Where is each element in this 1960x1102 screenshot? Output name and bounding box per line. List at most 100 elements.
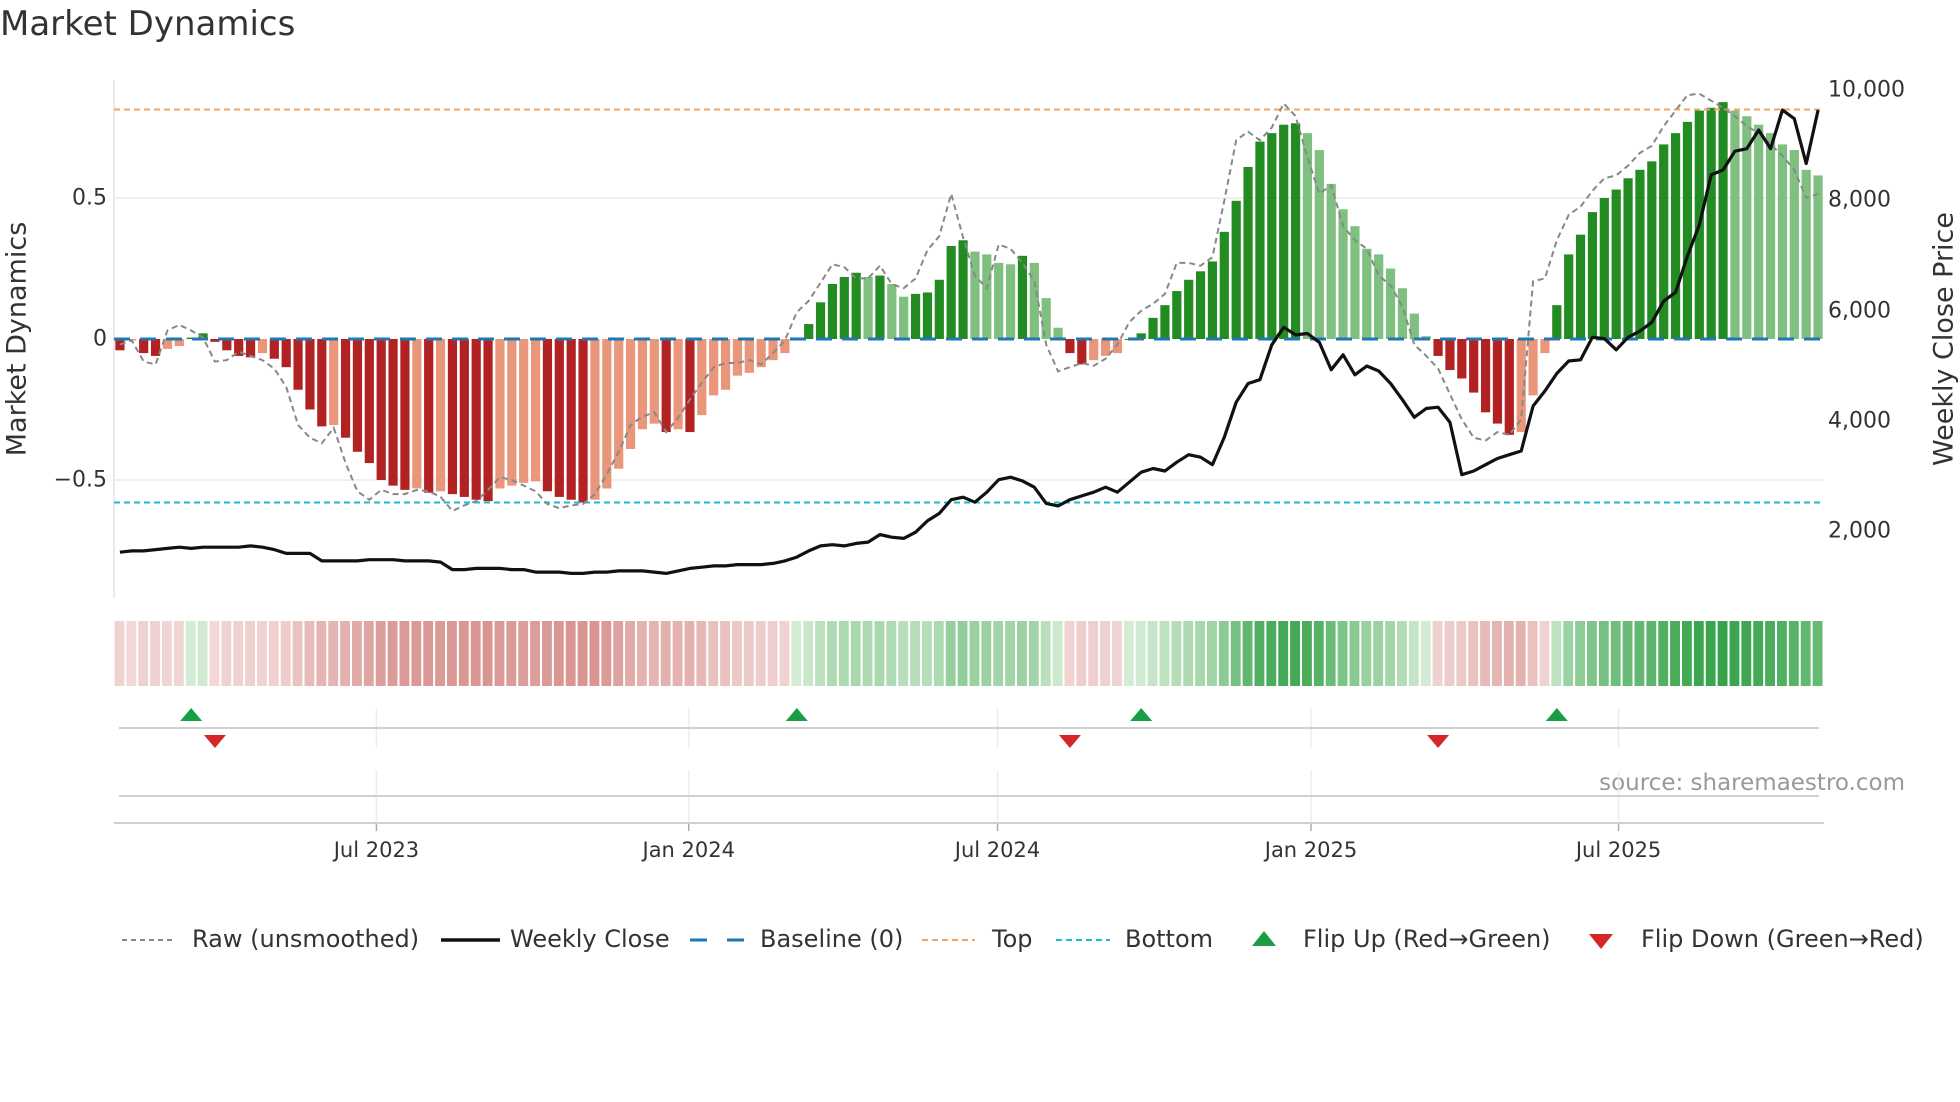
bar bbox=[1053, 327, 1063, 339]
heatmap-cell bbox=[1693, 621, 1704, 686]
legend-label-baseline: Baseline (0) bbox=[760, 925, 904, 953]
heatmap-cell bbox=[898, 621, 909, 686]
heatmap-cell bbox=[1325, 621, 1336, 686]
heatmap-cell bbox=[1337, 621, 1348, 686]
x-tick-label: Jul 2023 bbox=[333, 838, 420, 862]
bar bbox=[542, 339, 553, 492]
bar bbox=[352, 339, 363, 452]
bar bbox=[1290, 123, 1301, 340]
bar bbox=[139, 339, 149, 354]
heatmap-cell bbox=[565, 621, 576, 686]
bar bbox=[388, 339, 398, 486]
heatmap-cell bbox=[1100, 621, 1110, 686]
bar bbox=[827, 284, 838, 339]
heatmap-cell bbox=[316, 621, 327, 686]
bar bbox=[1682, 121, 1693, 339]
bar bbox=[412, 339, 422, 489]
right-tick-label: 10,000 bbox=[1828, 77, 1905, 103]
legend-label-flip-down: Flip Down (Green→Red) bbox=[1641, 925, 1924, 953]
heatmap-cell bbox=[1456, 621, 1467, 686]
bar bbox=[851, 272, 861, 339]
heatmap-cell bbox=[850, 621, 861, 686]
heatmap-cell bbox=[1800, 621, 1811, 686]
bar bbox=[1635, 169, 1645, 339]
heatmap-cell bbox=[1218, 621, 1229, 686]
bar bbox=[946, 245, 956, 339]
legend-label-raw: Raw (unsmoothed) bbox=[192, 925, 420, 953]
heatmap-cell bbox=[815, 621, 825, 686]
legend-flip-up-icon bbox=[1252, 931, 1276, 946]
right-tick-label: 4,000 bbox=[1828, 408, 1891, 434]
bar bbox=[910, 293, 921, 339]
bar bbox=[1350, 226, 1360, 339]
heatmap-cell bbox=[1278, 621, 1289, 686]
bar bbox=[1385, 268, 1396, 339]
bar bbox=[1587, 212, 1598, 339]
bar bbox=[519, 339, 529, 483]
heatmap-cell bbox=[363, 621, 374, 686]
bar bbox=[281, 339, 291, 368]
heatmap-cell bbox=[660, 621, 671, 686]
heatmap-cell bbox=[1385, 621, 1395, 686]
flip-down-marker bbox=[1058, 735, 1081, 748]
heatmap-cell bbox=[1313, 621, 1324, 686]
bar bbox=[1207, 261, 1218, 339]
heatmap-cell bbox=[292, 621, 303, 686]
heatmap-cell bbox=[672, 621, 683, 686]
bar bbox=[1433, 339, 1443, 356]
heatmap-cell bbox=[1076, 621, 1087, 686]
bar bbox=[364, 339, 374, 464]
heatmap-cell bbox=[173, 621, 184, 686]
heatmap-cell bbox=[1420, 621, 1431, 686]
heatmap-cell bbox=[494, 621, 505, 686]
heatmap-cell bbox=[233, 621, 244, 686]
bar bbox=[1480, 339, 1491, 413]
heatmap-cell bbox=[1290, 621, 1300, 686]
heatmap-cell bbox=[1088, 621, 1099, 686]
bar bbox=[958, 240, 968, 339]
heatmap-cell bbox=[399, 621, 410, 686]
bar bbox=[590, 339, 600, 500]
heatmap-cell bbox=[280, 621, 291, 686]
bar bbox=[1754, 124, 1764, 340]
heatmap-cell bbox=[743, 621, 754, 686]
heatmap-cell bbox=[1349, 621, 1360, 686]
heatmap-cell bbox=[1788, 621, 1799, 686]
bar bbox=[1065, 339, 1075, 354]
heatmap-cell bbox=[1147, 621, 1158, 686]
heatmap-cell bbox=[245, 621, 255, 686]
bar bbox=[1338, 209, 1348, 339]
heatmap-cell bbox=[447, 621, 457, 686]
heatmap-cell bbox=[886, 621, 897, 686]
heatmap-cell bbox=[458, 621, 469, 686]
bar bbox=[1765, 133, 1776, 339]
bar bbox=[875, 275, 885, 339]
bar bbox=[1397, 288, 1408, 339]
bar bbox=[1184, 279, 1194, 339]
heatmap-cell bbox=[340, 621, 350, 686]
heatmap-cell bbox=[162, 621, 172, 686]
bar bbox=[815, 302, 826, 339]
raw-line bbox=[119, 92, 1819, 513]
heatmap-cell bbox=[696, 621, 707, 686]
heatmap-cell bbox=[945, 621, 956, 686]
heatmap-cell bbox=[185, 621, 196, 686]
bar bbox=[566, 339, 576, 500]
x-tick-label: Jan 2025 bbox=[1264, 838, 1358, 862]
bar bbox=[1718, 102, 1728, 340]
heatmap-cell bbox=[957, 621, 968, 686]
bar bbox=[1243, 166, 1253, 339]
heatmap-cell bbox=[1812, 621, 1823, 686]
heatmap-cell bbox=[1765, 621, 1775, 686]
heatmap-cell bbox=[1052, 621, 1063, 686]
heatmap-cell bbox=[1503, 621, 1514, 686]
bar bbox=[1041, 298, 1051, 339]
bar bbox=[1730, 110, 1740, 339]
heatmap-cell bbox=[910, 621, 920, 686]
bar bbox=[269, 339, 279, 359]
heatmap-cell bbox=[470, 621, 481, 686]
bar bbox=[1801, 169, 1811, 339]
heatmap-cell bbox=[1468, 621, 1479, 686]
bar bbox=[673, 339, 683, 430]
bar bbox=[329, 339, 339, 426]
